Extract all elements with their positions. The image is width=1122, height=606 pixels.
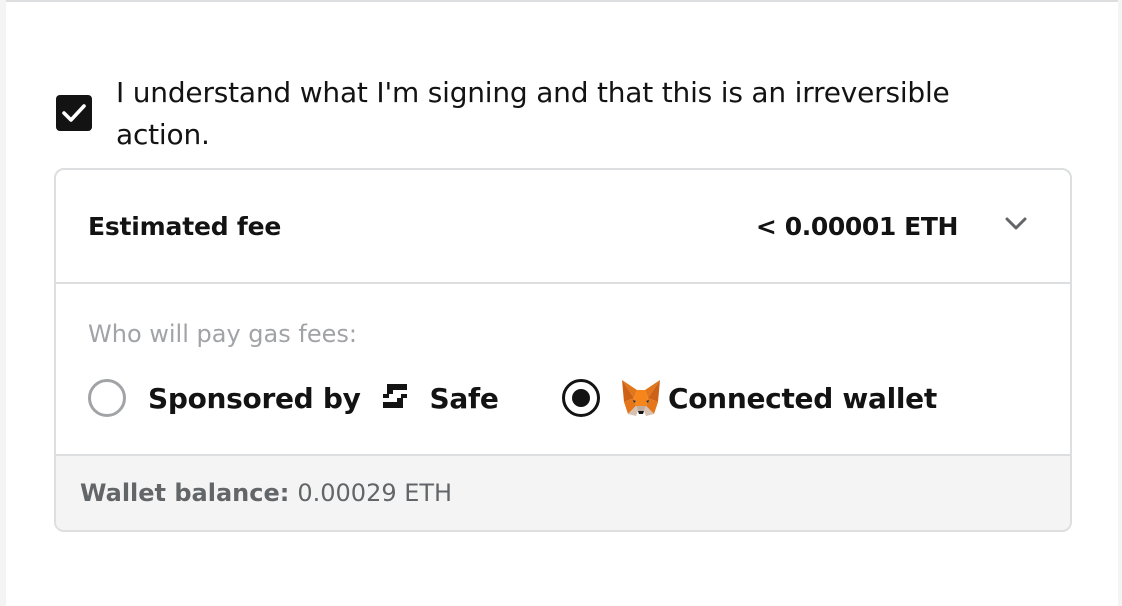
- metamask-fox-icon: [622, 380, 660, 416]
- sponsored-label-prefix: Sponsored by: [148, 382, 361, 415]
- transaction-confirm-panel: I understand what I'm signing and that t…: [6, 0, 1118, 606]
- sponsored-label-suffix: Safe: [429, 382, 499, 415]
- risk-confirmation: I understand what I'm signing and that t…: [56, 72, 1016, 156]
- fee-card: Estimated fee < 0.00001 ETH Who will pay…: [54, 168, 1072, 532]
- safe-logo-icon: [383, 384, 408, 408]
- wallet-balance-value: 0.00029 ETH: [297, 479, 453, 507]
- fee-label: Estimated fee: [88, 211, 282, 241]
- connected-wallet-radio[interactable]: [562, 379, 600, 417]
- connected-wallet-label: Connected wallet: [668, 381, 937, 415]
- gas-payer-question: Who will pay gas fees:: [88, 320, 357, 348]
- fee-value: < 0.00001 ETH: [755, 211, 958, 241]
- confirm-checkbox[interactable]: [56, 95, 92, 131]
- sponsored-label: Sponsored by Safe: [148, 381, 499, 415]
- connected-wallet-option[interactable]: Connected wallet: [562, 376, 937, 420]
- wallet-balance-row: Wallet balance: 0.00029 ETH: [56, 456, 1070, 530]
- checkmark-icon: [62, 104, 86, 122]
- gas-payer-section: Who will pay gas fees: Sponsored by Safe: [56, 284, 1070, 456]
- sponsored-by-safe-option[interactable]: Sponsored by Safe: [88, 376, 499, 420]
- wallet-balance-label: Wallet balance:: [80, 479, 290, 507]
- sponsored-radio[interactable]: [88, 379, 126, 417]
- confirm-label: I understand what I'm signing and that t…: [116, 76, 950, 151]
- fee-accordion-header[interactable]: Estimated fee < 0.00001 ETH: [56, 170, 1070, 284]
- chevron-down-icon[interactable]: [1002, 214, 1030, 234]
